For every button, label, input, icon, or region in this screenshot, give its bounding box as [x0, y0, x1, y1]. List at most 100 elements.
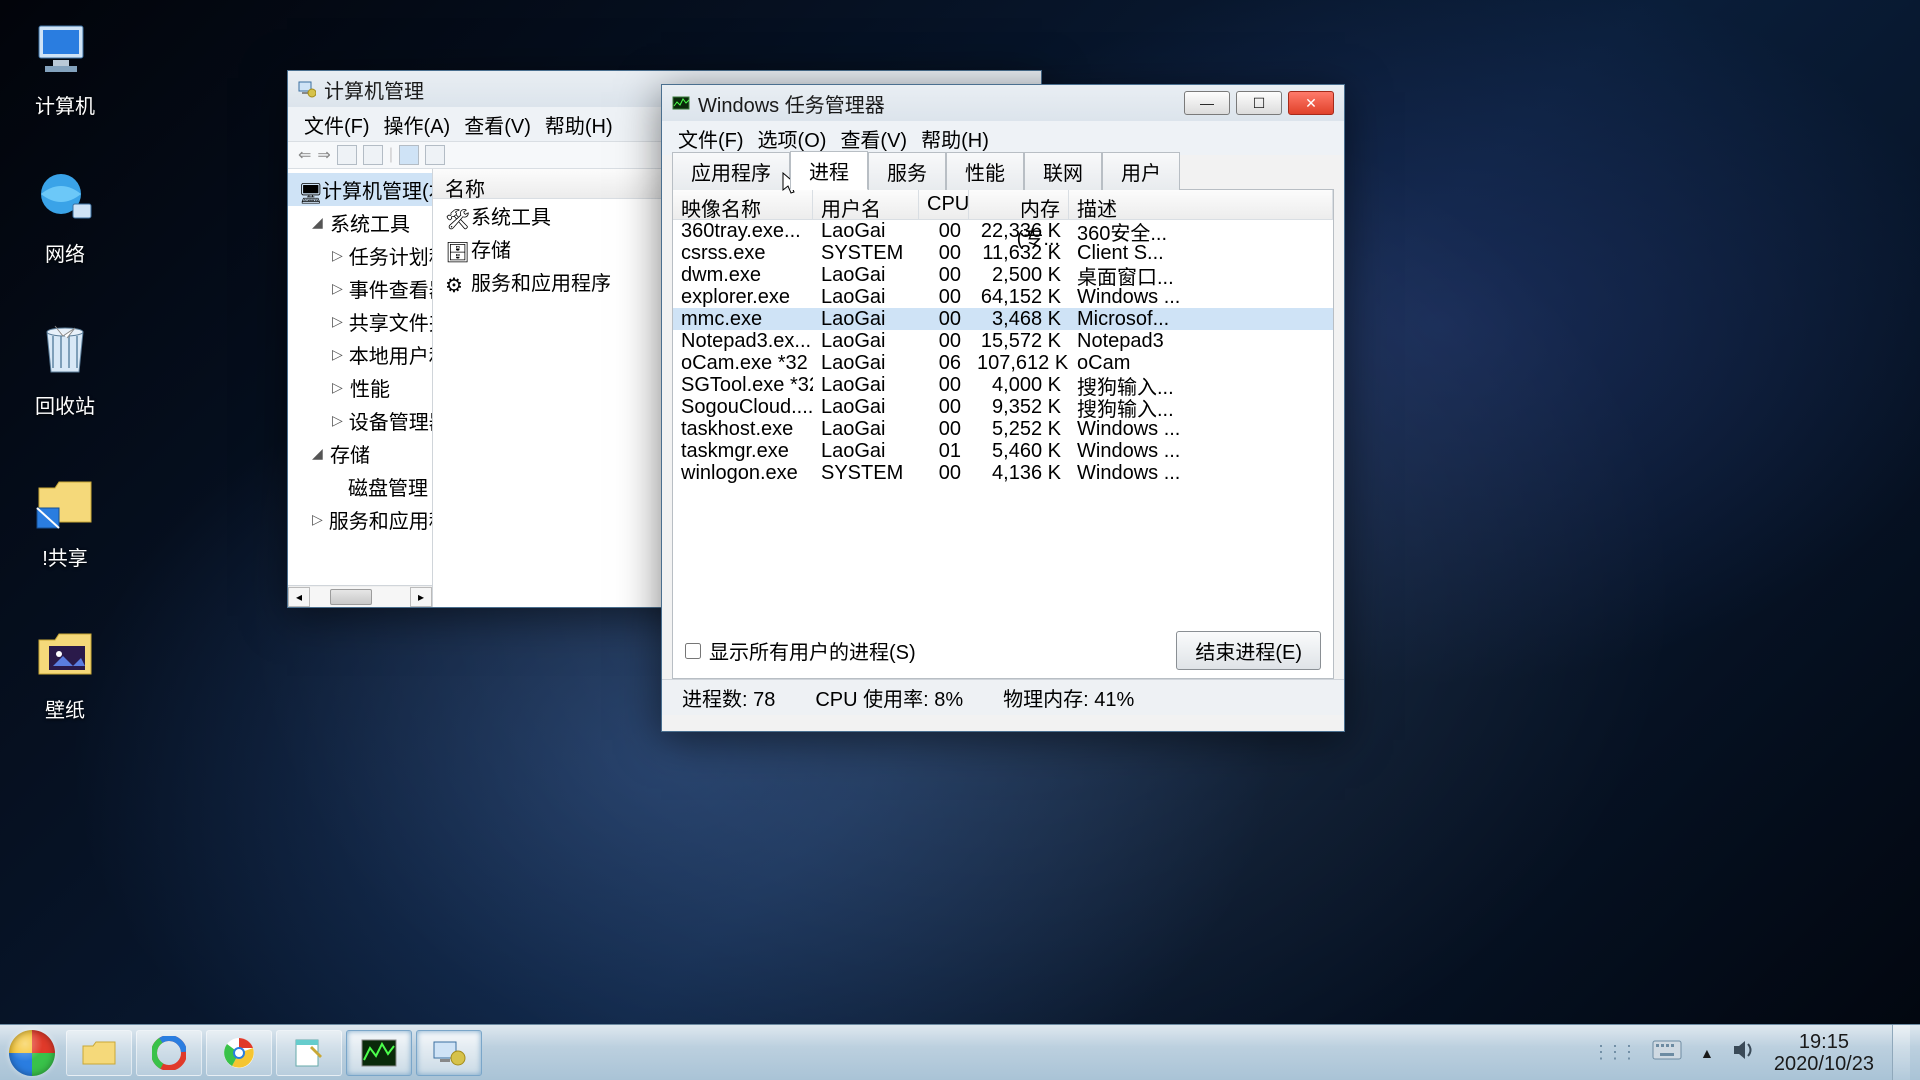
desktop-icon-network[interactable]: 网络 — [10, 166, 120, 267]
cell-image: dwm.exe — [673, 264, 813, 287]
taskbar-explorer[interactable] — [66, 1030, 132, 1076]
desktop-icon-wallpaper[interactable]: 壁纸 — [10, 622, 120, 723]
col-image[interactable]: 映像名称 — [673, 190, 813, 220]
cell-user: LaoGai — [813, 352, 919, 375]
col-user[interactable]: 用户名 — [813, 190, 919, 220]
taskbar-chrome[interactable] — [206, 1030, 272, 1076]
scroll-thumb[interactable] — [330, 589, 372, 605]
menu-help[interactable]: 帮助(H) — [539, 108, 619, 141]
tree-storage[interactable]: ◢存储 — [288, 437, 432, 470]
show-all-users-checkbox[interactable]: 显示所有用户的进程(S) — [685, 636, 916, 665]
tab-4[interactable]: 联网 — [1024, 152, 1102, 190]
taskbar-taskmgr[interactable] — [346, 1030, 412, 1076]
toolbar-button-help[interactable] — [399, 145, 419, 165]
scroll-left-button[interactable]: ◂ — [288, 587, 310, 607]
end-process-button[interactable]: 结束进程(E) — [1176, 631, 1321, 670]
menu-file[interactable]: 文件(F) — [672, 122, 750, 155]
table-row[interactable]: 360tray.exe...LaoGai0022,336 K360安全... — [673, 220, 1333, 242]
col-memory[interactable]: 内存(专... — [969, 190, 1069, 220]
cell-cpu: 00 — [919, 308, 969, 331]
cell-description: Notepad3 — [1069, 330, 1333, 353]
tab-0[interactable]: 应用程序 — [672, 152, 790, 190]
desktop-icon-recycle[interactable]: 回收站 — [10, 318, 120, 419]
cell-image: taskmgr.exe — [673, 440, 813, 463]
cell-memory: 15,572 K — [969, 330, 1069, 353]
item-icon: ⚙ — [445, 273, 463, 291]
menu-file[interactable]: 文件(F) — [298, 108, 376, 141]
scroll-right-button[interactable]: ▸ — [410, 587, 432, 607]
cell-cpu: 01 — [919, 440, 969, 463]
taskbar: ⋮⋮⋮ ▲ 19:15 2020/10/23 — [0, 1024, 1920, 1080]
tree-item[interactable]: ▷本地用户和组 — [288, 338, 432, 371]
tray-clock[interactable]: 19:15 2020/10/23 — [1774, 1031, 1874, 1075]
cell-description: Microsof... — [1069, 308, 1333, 331]
table-row[interactable]: Notepad3.ex...LaoGai0015,572 KNotepad3 — [673, 330, 1333, 352]
tree-item[interactable]: ▷性能 — [288, 371, 432, 404]
titlebar[interactable]: Windows 任务管理器 — ☐ ✕ — [662, 85, 1344, 121]
taskbar-compmgmt[interactable] — [416, 1030, 482, 1076]
toolbar-button[interactable] — [425, 145, 445, 165]
cell-cpu: 00 — [919, 396, 969, 419]
toolbar-button[interactable] — [337, 145, 357, 165]
col-description[interactable]: 描述 — [1069, 190, 1333, 220]
cell-image: csrss.exe — [673, 242, 813, 265]
cell-memory: 3,468 K — [969, 308, 1069, 331]
close-button[interactable]: ✕ — [1288, 91, 1334, 115]
desktop-icon-computer[interactable]: 计算机 — [10, 18, 120, 119]
cell-memory: 4,136 K — [969, 462, 1069, 485]
tray-expand-icon[interactable]: ▲ — [1700, 1045, 1714, 1061]
tree-item[interactable]: ▷事件查看器 — [288, 272, 432, 305]
table-row[interactable]: winlogon.exeSYSTEM004,136 KWindows ... — [673, 462, 1333, 484]
cell-cpu: 00 — [919, 330, 969, 353]
tree-item[interactable]: ▷设备管理器 — [288, 404, 432, 437]
cell-image: oCam.exe *32 — [673, 352, 813, 375]
table-row[interactable]: taskmgr.exeLaoGai015,460 KWindows ... — [673, 440, 1333, 462]
cell-cpu: 00 — [919, 286, 969, 309]
cell-memory: 2,500 K — [969, 264, 1069, 287]
tree-system-tools[interactable]: ◢系统工具 — [288, 206, 432, 239]
volume-icon[interactable] — [1732, 1039, 1756, 1066]
scroll-track[interactable] — [310, 587, 410, 607]
tree-item[interactable]: ▷任务计划程序 — [288, 239, 432, 272]
menu-options[interactable]: 选项(O) — [752, 122, 833, 155]
tree-services[interactable]: ▷服务和应用程序 — [288, 503, 432, 536]
keyboard-icon[interactable] — [1652, 1040, 1682, 1065]
cell-cpu: 00 — [919, 374, 969, 397]
processes-panel: 映像名称 用户名 CPU 内存(专... 描述 360tray.exe...La… — [672, 189, 1334, 679]
cell-user: LaoGai — [813, 396, 919, 419]
start-button[interactable] — [0, 1025, 64, 1080]
cell-memory: 9,352 K — [969, 396, 1069, 419]
table-row[interactable]: mmc.exeLaoGai003,468 KMicrosof... — [673, 308, 1333, 330]
minimize-button[interactable]: — — [1184, 91, 1230, 115]
checkbox-input[interactable] — [685, 643, 701, 659]
tree-item[interactable]: 磁盘管理 — [288, 470, 432, 503]
tab-2[interactable]: 服务 — [868, 152, 946, 190]
toolbar-button[interactable] — [363, 145, 383, 165]
table-row[interactable]: SogouCloud....LaoGai009,352 K搜狗输入... — [673, 396, 1333, 418]
cell-memory: 107,612 K — [969, 352, 1069, 375]
maximize-button[interactable]: ☐ — [1236, 91, 1282, 115]
show-desktop-button[interactable] — [1892, 1025, 1910, 1080]
tab-5[interactable]: 用户 — [1102, 152, 1180, 190]
desktop-icon-share[interactable]: !共享 — [10, 470, 120, 571]
cell-user: LaoGai — [813, 440, 919, 463]
table-row[interactable]: taskhost.exeLaoGai005,252 KWindows ... — [673, 418, 1333, 440]
menu-view[interactable]: 查看(V) — [458, 108, 537, 141]
horizontal-scrollbar[interactable]: ◂ ▸ — [288, 585, 432, 607]
tree-item[interactable]: ▷共享文件夹 — [288, 305, 432, 338]
tab-1[interactable]: 进程 — [790, 151, 868, 190]
cell-user: LaoGai — [813, 308, 919, 331]
table-row[interactable]: explorer.exeLaoGai0064,152 KWindows ... — [673, 286, 1333, 308]
taskbar-notepad[interactable] — [276, 1030, 342, 1076]
tray-date: 2020/10/23 — [1774, 1053, 1874, 1075]
col-cpu[interactable]: CPU — [919, 190, 969, 220]
menu-action[interactable]: 操作(A) — [378, 108, 457, 141]
status-processes: 进程数: 78 — [662, 683, 795, 712]
menu-view[interactable]: 查看(V) — [834, 122, 913, 155]
tab-3[interactable]: 性能 — [946, 152, 1024, 190]
table-row[interactable]: dwm.exeLaoGai002,500 K桌面窗口... — [673, 264, 1333, 286]
window-title: Windows 任务管理器 — [698, 89, 885, 118]
menu-help[interactable]: 帮助(H) — [915, 122, 995, 155]
taskbar-browser[interactable] — [136, 1030, 202, 1076]
tree-root[interactable]: 🖥计算机管理(本地) — [288, 173, 432, 206]
